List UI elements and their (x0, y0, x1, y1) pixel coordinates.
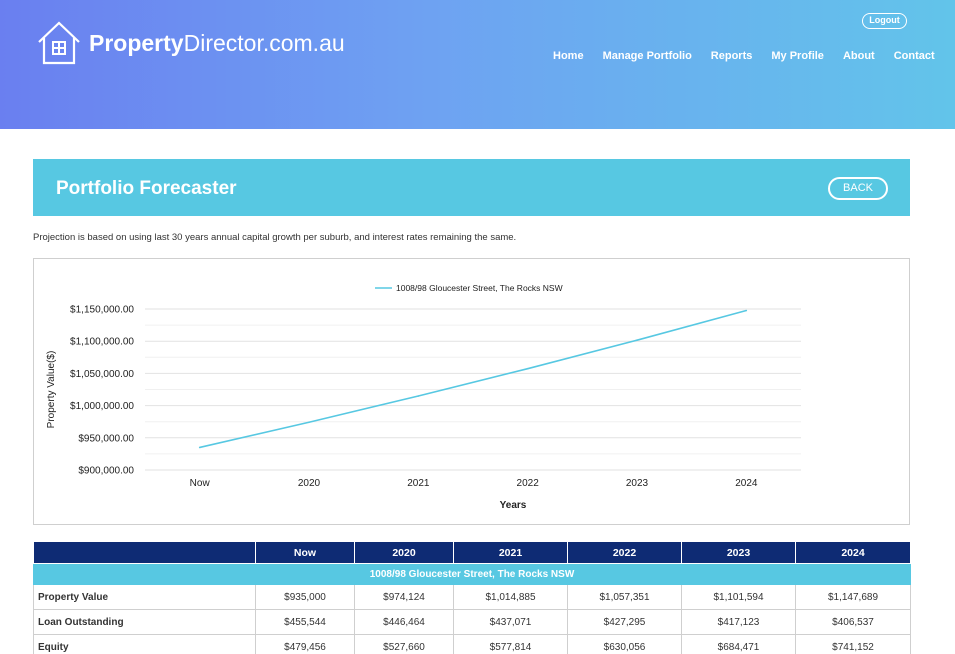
table-cell: $974,124 (354, 584, 454, 610)
table-cell: $427,295 (567, 609, 682, 635)
nav-contact[interactable]: Contact (894, 50, 935, 62)
logo-text-rest: Director.com.au (183, 29, 345, 56)
x-tick-label: 2021 (407, 478, 430, 489)
x-axis-title: Years (500, 500, 527, 511)
table-row: Property Value $935,000 $974,124 $1,014,… (33, 584, 911, 610)
table-cell: $1,014,885 (453, 584, 568, 610)
table-cell: $446,464 (354, 609, 454, 635)
data-point (526, 367, 529, 370)
projection-note: Projection is based on using last 30 yea… (33, 232, 517, 243)
table-cell: $479,456 (255, 634, 355, 654)
forecast-chart: $1,150,000.00 $1,100,000.00 $1,050,000.00 $… (33, 258, 910, 525)
table-header-row: Now 2020 2021 2022 2023 2024 (33, 541, 911, 564)
logo-text: PropertyDirector.com.au (89, 30, 345, 57)
column-header: 2021 (453, 541, 568, 564)
x-tick-label: Now (190, 478, 211, 489)
property-group-label: 1008/98 Gloucester Street, The Rocks NSW (33, 563, 911, 585)
column-header: 2024 (795, 541, 911, 564)
table-cell: $1,147,689 (795, 584, 911, 610)
column-header (33, 541, 256, 564)
nav-reports[interactable]: Reports (711, 50, 753, 62)
back-button[interactable]: BACK (828, 177, 888, 200)
page-banner: Portfolio Forecaster BACK (33, 159, 910, 216)
y-tick-label: $900,000.00 (78, 466, 134, 477)
logo[interactable]: PropertyDirector.com.au (36, 20, 345, 66)
house-icon (38, 21, 80, 65)
nav-my-profile[interactable]: My Profile (771, 50, 824, 62)
column-header: Now (255, 541, 355, 564)
x-tick-label: 2023 (626, 478, 649, 489)
logo-text-bold: Property (89, 29, 184, 56)
table-cell: $577,814 (453, 634, 568, 654)
forecast-table-wrap: Now 2020 2021 2022 2023 2024 1008/98 Glo… (33, 541, 911, 654)
data-point (417, 395, 420, 397)
y-tick-label: $950,000.00 (78, 433, 134, 444)
x-tick-label: 2022 (517, 478, 540, 489)
table-cell: $741,152 (795, 634, 911, 654)
table-row: Loan Outstanding $455,544 $446,464 $437,… (33, 609, 911, 635)
y-tick-label: $1,150,000.00 (70, 305, 134, 316)
data-point (308, 421, 310, 424)
x-tick-label: 2020 (298, 478, 321, 489)
table-cell: $1,057,351 (567, 584, 682, 610)
legend-label: 1008/98 Gloucester Street, The Rocks NSW (396, 283, 563, 293)
table-cell: $437,071 (453, 609, 568, 635)
main-nav: Home Manage Portfolio Reports My Profile… (553, 50, 935, 62)
series-line (199, 309, 747, 449)
nav-home[interactable]: Home (553, 50, 584, 62)
table-cell: $935,000 (255, 584, 355, 610)
table-cell: $455,544 (255, 609, 355, 635)
column-header: 2020 (354, 541, 454, 564)
nav-about[interactable]: About (843, 50, 875, 62)
forecast-table: Now 2020 2021 2022 2023 2024 1008/98 Glo… (33, 541, 911, 654)
table-cell: $527,660 (354, 634, 454, 654)
chart-svg: $1,150,000.00 $1,100,000.00 $1,050,000.00 $… (46, 283, 801, 511)
x-tick-label: 2024 (735, 478, 758, 489)
table-row: Equity $479,456 $527,660 $577,814 $630,0… (33, 634, 911, 654)
data-point (198, 446, 201, 449)
column-header: 2023 (681, 541, 796, 564)
data-point (636, 339, 638, 341)
page-title: Portfolio Forecaster (56, 178, 237, 199)
property-group-row: 1008/98 Gloucester Street, The Rocks NSW (33, 563, 911, 585)
table-cell: $417,123 (681, 609, 796, 635)
y-tick-label: $1,050,000.00 (70, 369, 134, 380)
row-label: Property Value (33, 584, 256, 610)
nav-manage-portfolio[interactable]: Manage Portfolio (603, 50, 692, 62)
row-label: Equity (33, 634, 256, 654)
table-cell: $1,101,594 (681, 584, 796, 610)
y-axis-title: Property Value($) (46, 351, 57, 429)
logout-button[interactable]: Logout (862, 13, 907, 29)
y-tick-label: $1,100,000.00 (70, 337, 134, 348)
column-header: 2022 (567, 541, 682, 564)
site-header: PropertyDirector.com.au Logout Home Mana… (0, 0, 955, 129)
y-tick-label: $1,000,000.00 (70, 401, 134, 412)
data-point (745, 309, 748, 312)
row-label: Loan Outstanding (33, 609, 256, 635)
table-cell: $406,537 (795, 609, 911, 635)
table-cell: $684,471 (681, 634, 796, 654)
table-cell: $630,056 (567, 634, 682, 654)
